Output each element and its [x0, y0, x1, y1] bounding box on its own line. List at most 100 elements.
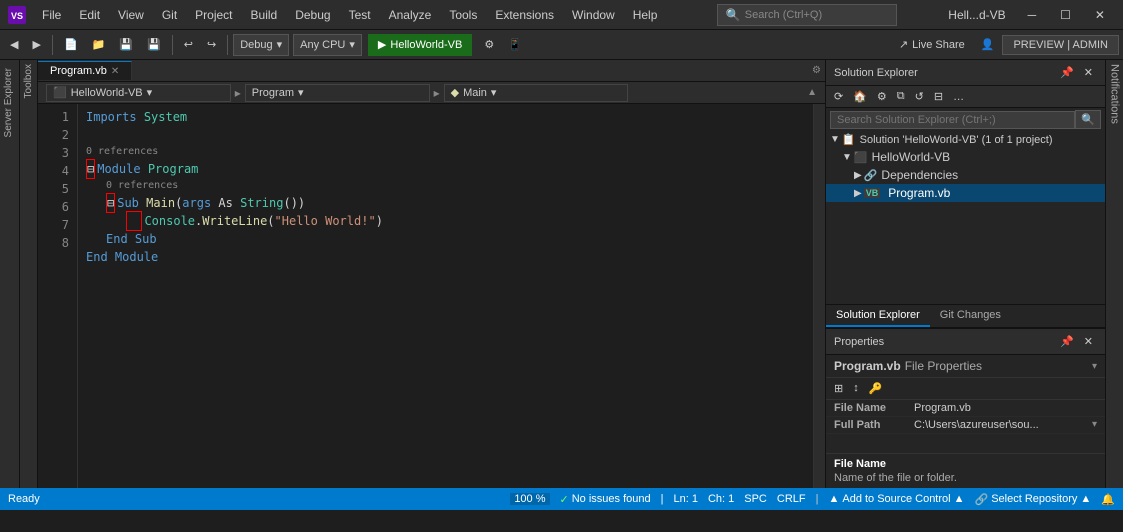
se-toolbar: ⟳ 🏠 ⚙ ⧉ ↺ ⊟ … — [826, 86, 1105, 108]
back-button[interactable]: ◀ — [4, 34, 24, 55]
se-pin-button[interactable]: 📌 — [1056, 64, 1078, 81]
se-more-btn[interactable]: … — [949, 89, 968, 105]
scrollbar[interactable] — [813, 104, 825, 488]
tab-close-icon[interactable]: ✕ — [111, 66, 119, 77]
server-explorer-tab[interactable]: Server Explorer — [0, 60, 19, 145]
select-repo-label: Select Repository — [991, 493, 1077, 505]
minimize-button[interactable]: ─ — [1018, 4, 1047, 26]
se-tab-bar: Solution Explorer Git Changes — [826, 304, 1105, 328]
se-settings-btn[interactable]: ⚙ — [873, 88, 891, 105]
tree-program-vb[interactable]: ▶ VB Program.vb — [826, 184, 1105, 202]
forward-button[interactable]: ▶ — [26, 34, 46, 55]
scroll-up-icon[interactable]: ▲ — [807, 87, 817, 98]
properties-header: Properties 📌 ✕ — [826, 329, 1105, 355]
props-sort-btn[interactable]: ↕ — [849, 380, 863, 397]
title-bar: VS File Edit View Git Project Build Debu… — [0, 0, 1123, 30]
kw-end-module: End Module — [86, 248, 158, 266]
se-sync-btn[interactable]: ⟳ — [830, 88, 847, 105]
sep3 — [227, 35, 228, 55]
kw-args: args — [182, 194, 211, 212]
se-close-button[interactable]: ✕ — [1080, 64, 1097, 81]
se-tab-git-changes[interactable]: Git Changes — [930, 305, 1011, 327]
props-row-fullpath: Full Path C:\Users\azureuser\sou... ▾ — [826, 417, 1105, 434]
se-filter-btn[interactable]: ⧉ — [893, 88, 909, 105]
props-pin-button[interactable]: 📌 — [1056, 333, 1078, 350]
tree-arrow-project[interactable]: ▼ — [842, 152, 852, 163]
se-tab-solution-explorer[interactable]: Solution Explorer — [826, 305, 930, 327]
status-spc[interactable]: SPC — [744, 493, 767, 505]
editor-tabs: Program.vb ✕ ⚙ — [38, 60, 825, 82]
se-collapse-btn[interactable]: ⊟ — [930, 88, 947, 105]
tree-dependencies[interactable]: ▶ 🔗 Dependencies — [826, 166, 1105, 184]
bell-icon[interactable]: 🔔 — [1101, 493, 1115, 506]
path-project-dropdown[interactable]: ⬛ HelloWorld-VB ▾ — [46, 84, 231, 102]
se-refresh-btn[interactable]: ↺ — [911, 88, 928, 105]
device-btn[interactable]: 📱 — [502, 34, 528, 55]
props-grid-btn[interactable]: ⊞ — [830, 380, 847, 397]
toolbox-label[interactable]: Toolbox — [23, 64, 34, 98]
editor-tab-program[interactable]: Program.vb ✕ — [38, 61, 132, 80]
tree-solution[interactable]: ▼ 📋 Solution 'HelloWorld-VB' (1 of 1 pro… — [826, 131, 1105, 148]
props-expand-icon[interactable]: ▾ — [1092, 361, 1097, 372]
menu-file[interactable]: File — [34, 4, 69, 26]
se-search-button[interactable]: 🔍 — [1075, 110, 1101, 129]
maximize-button[interactable]: ☐ — [1050, 4, 1081, 26]
menu-view[interactable]: View — [110, 4, 152, 26]
path-class-dropdown[interactable]: Program ▾ — [245, 84, 430, 102]
menu-help[interactable]: Help — [625, 4, 666, 26]
undo-button[interactable]: ↩ — [178, 34, 199, 55]
open-button[interactable]: 📁 — [86, 34, 112, 55]
right-panel: Solution Explorer 📌 ✕ ⟳ 🏠 ⚙ ⧉ ↺ ⊟ … 🔍 — [825, 60, 1105, 488]
select-repository[interactable]: 🔗 Select Repository ▲ — [974, 493, 1091, 506]
se-home-btn[interactable]: 🏠 — [849, 88, 871, 105]
menu-test[interactable]: Test — [341, 4, 379, 26]
menu-edit[interactable]: Edit — [71, 4, 108, 26]
collapse-module[interactable]: ⊟ — [86, 159, 95, 179]
props-key-btn[interactable]: 🔑 — [865, 380, 887, 397]
notifications-label[interactable]: Notifications — [1109, 64, 1121, 124]
status-no-issues[interactable]: ✓ No issues found — [560, 493, 651, 506]
account-button[interactable]: 👤 — [975, 34, 1001, 55]
redo-button[interactable]: ↪ — [201, 34, 222, 55]
code-line-5: Console.WriteLine("Hello World!") — [86, 212, 817, 230]
global-search[interactable]: 🔍 Search (Ctrl+Q) — [717, 4, 897, 26]
repo-dropdown-icon: ▲ — [1080, 493, 1091, 505]
menu-window[interactable]: Window — [564, 4, 623, 26]
menu-tools[interactable]: Tools — [441, 4, 485, 26]
debug-config-dropdown[interactable]: Debug ▾ — [233, 34, 289, 56]
live-share-button[interactable]: ↗ Live Share — [891, 35, 973, 54]
editor-settings-icon[interactable]: ⚙ — [812, 65, 821, 76]
code-content[interactable]: Imports System 0 references ⊟ Module Pro… — [78, 104, 825, 488]
tree-arrow-solution[interactable]: ▼ — [830, 134, 840, 145]
save-button[interactable]: 💾 — [113, 34, 139, 55]
se-search-input[interactable] — [830, 111, 1075, 129]
project-label: HelloWorld-VB — [872, 150, 950, 164]
save-all-button[interactable]: 💾 — [141, 34, 167, 55]
path-method-dropdown[interactable]: ◆ Main ▾ — [444, 84, 629, 102]
path-method-icon: ◆ — [451, 86, 459, 99]
menu-project[interactable]: Project — [187, 4, 240, 26]
code-editor: 1 2 3 4 5 6 7 8 Imports System 0 referen… — [38, 104, 825, 488]
menu-analyze[interactable]: Analyze — [381, 4, 440, 26]
tree-project[interactable]: ▼ ⬛ HelloWorld-VB — [826, 148, 1105, 166]
platform-dropdown[interactable]: Any CPU ▾ — [293, 34, 362, 56]
tree-arrow-program[interactable]: ▶ — [854, 188, 862, 199]
close-button[interactable]: ✕ — [1085, 4, 1115, 26]
add-to-source-control[interactable]: ▲ Add to Source Control ▲ — [828, 493, 964, 505]
status-zoom[interactable]: 100 % — [510, 493, 549, 505]
settings-btn[interactable]: ⚙ — [478, 34, 500, 55]
menu-extensions[interactable]: Extensions — [487, 4, 562, 26]
menu-git[interactable]: Git — [154, 4, 185, 26]
line-num-6: 6 — [38, 198, 69, 216]
run-button[interactable]: ▶ HelloWorld-VB — [368, 34, 472, 56]
tree-arrow-deps[interactable]: ▶ — [854, 170, 862, 181]
menu-debug[interactable]: Debug — [287, 4, 338, 26]
collapse-console[interactable] — [126, 211, 142, 231]
props-val-fullpath: C:\Users\azureuser\sou... — [914, 419, 1092, 431]
new-file-button[interactable]: 📄 — [58, 34, 84, 55]
menu-build[interactable]: Build — [243, 4, 286, 26]
preview-admin-button[interactable]: PREVIEW | ADMIN — [1002, 35, 1119, 55]
status-crlf[interactable]: CRLF — [777, 493, 806, 505]
props-close-button[interactable]: ✕ — [1080, 333, 1097, 350]
collapse-sub[interactable]: ⊟ — [106, 193, 115, 213]
